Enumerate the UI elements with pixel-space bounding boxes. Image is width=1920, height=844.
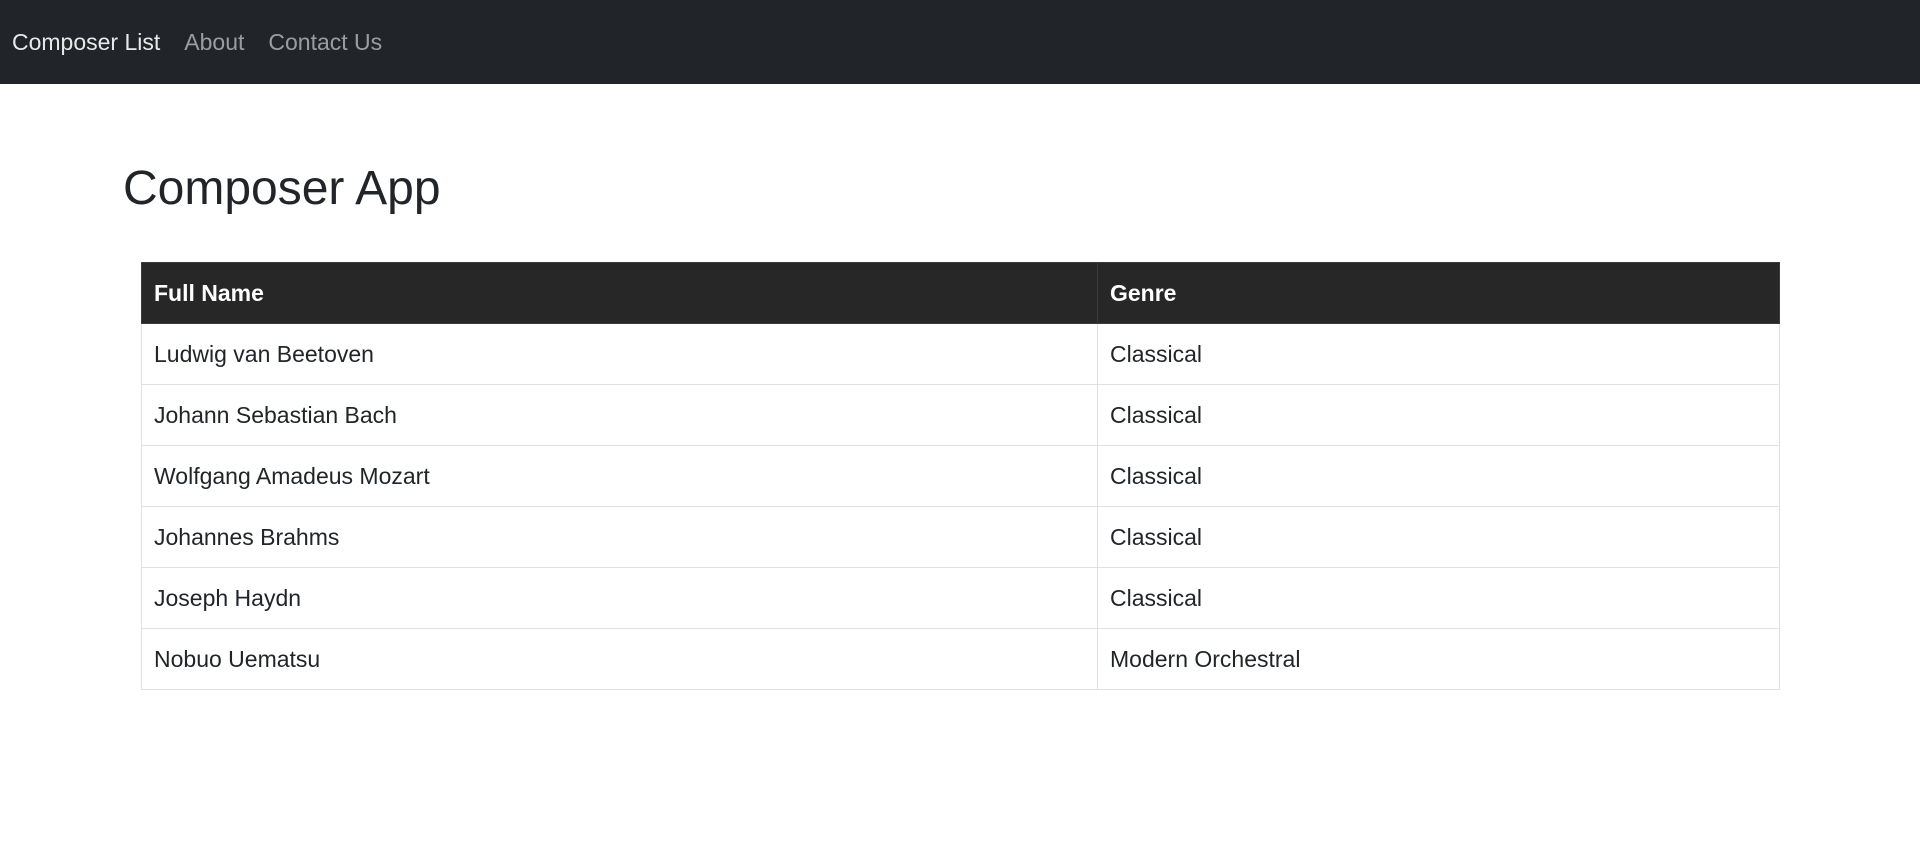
cell-genre: Classical: [1097, 384, 1780, 446]
cell-genre: Classical: [1097, 323, 1780, 385]
table-row: Nobuo Uematsu Modern Orchestral: [141, 628, 1780, 690]
cell-full-name: Johannes Brahms: [141, 506, 1098, 568]
table-row: Johannes Brahms Classical: [141, 506, 1780, 568]
column-header-genre: Genre: [1097, 262, 1780, 324]
cell-full-name: Joseph Haydn: [141, 567, 1098, 629]
nav-link-about[interactable]: About: [184, 30, 244, 54]
page-title: Composer App: [123, 162, 441, 215]
table-header-row: Full Name Genre: [141, 262, 1780, 324]
table-row: Johann Sebastian Bach Classical: [141, 384, 1780, 446]
nav-link-composer-list[interactable]: Composer List: [12, 30, 160, 54]
cell-genre: Classical: [1097, 567, 1780, 629]
cell-genre: Classical: [1097, 506, 1780, 568]
cell-full-name: Wolfgang Amadeus Mozart: [141, 445, 1098, 507]
table-row: Ludwig van Beetoven Classical: [141, 323, 1780, 385]
cell-full-name: Ludwig van Beetoven: [141, 323, 1098, 385]
table-row: Joseph Haydn Classical: [141, 567, 1780, 629]
composer-table: Full Name Genre Ludwig van Beetoven Clas…: [141, 262, 1780, 690]
cell-full-name: Nobuo Uematsu: [141, 628, 1098, 690]
nav-link-contact-us[interactable]: Contact Us: [268, 30, 382, 54]
table-row: Wolfgang Amadeus Mozart Classical: [141, 445, 1780, 507]
cell-genre: Classical: [1097, 445, 1780, 507]
cell-full-name: Johann Sebastian Bach: [141, 384, 1098, 446]
cell-genre: Modern Orchestral: [1097, 628, 1780, 690]
top-navbar: Composer List About Contact Us: [0, 0, 1920, 84]
column-header-full-name: Full Name: [141, 262, 1098, 324]
